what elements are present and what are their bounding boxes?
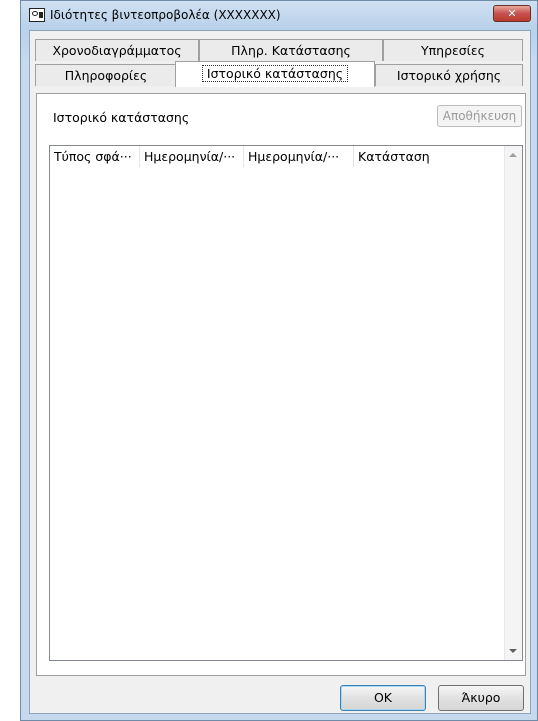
tab-label: Ιστορικό χρήσης (396, 68, 502, 83)
properties-window: Ιδιότητες βιντεοπροβολέα (XXXXXXX) ✕ Χρο… (20, 0, 538, 721)
tab-label: Ιστορικό κατάστασης (201, 65, 349, 82)
status-history-page: Ιστορικό κατάστασης Αποθήκευση Τύπος σφά… (36, 93, 526, 676)
tab-services[interactable]: Υπηρεσίες (383, 39, 523, 61)
scroll-up-arrow-icon[interactable] (509, 153, 517, 157)
section-label: Ιστορικό κατάστασης (53, 110, 190, 125)
close-button[interactable]: ✕ (493, 5, 531, 22)
ok-button[interactable]: OK (340, 685, 426, 711)
tab-status-info[interactable]: Πληρ. Κατάστασης (199, 39, 383, 61)
scroll-down-arrow-icon[interactable] (509, 649, 517, 653)
column-header-date-1[interactable]: Ημερομηνία/··· (140, 146, 244, 167)
list-header: Τύπος σφά··· Ημερομηνία/··· Ημερομηνία/·… (50, 146, 505, 167)
column-header-date-2[interactable]: Ημερομηνία/··· (244, 146, 354, 167)
save-button[interactable]: Αποθήκευση (437, 105, 522, 127)
column-header-status[interactable]: Κατάσταση (354, 146, 504, 167)
window-title: Ιδιότητες βιντεοπροβολέα (XXXXXXX) (50, 8, 281, 22)
tab-usage-history[interactable]: Ιστορικό χρήσης (375, 64, 523, 86)
column-header-error-type[interactable]: Τύπος σφά··· (50, 146, 140, 167)
cancel-button[interactable]: Άκυρο (438, 685, 524, 711)
status-history-list[interactable]: Τύπος σφά··· Ημερομηνία/··· Ημερομηνία/·… (49, 145, 523, 661)
tab-label: Υπηρεσίες (420, 43, 486, 58)
tab-label: Πληροφορίες (64, 68, 148, 83)
tab-schedule[interactable]: Χρονοδιαγράμματος (35, 39, 199, 61)
projector-icon (29, 8, 45, 22)
title-bar[interactable]: Ιδιότητες βιντεοπροβολέα (XXXXXXX) ✕ (21, 1, 537, 31)
tab-label: Πληρ. Κατάστασης (231, 43, 351, 58)
tab-label: Χρονοδιαγράμματος (52, 43, 182, 58)
tab-information[interactable]: Πληροφορίες (35, 64, 177, 86)
tab-status-history[interactable]: Ιστορικό κατάστασης (175, 61, 375, 87)
vertical-scrollbar[interactable] (504, 146, 522, 660)
dialog-client-area: Χρονοδιαγράμματος Πληρ. Κατάστασης Υπηρε… (29, 30, 531, 714)
